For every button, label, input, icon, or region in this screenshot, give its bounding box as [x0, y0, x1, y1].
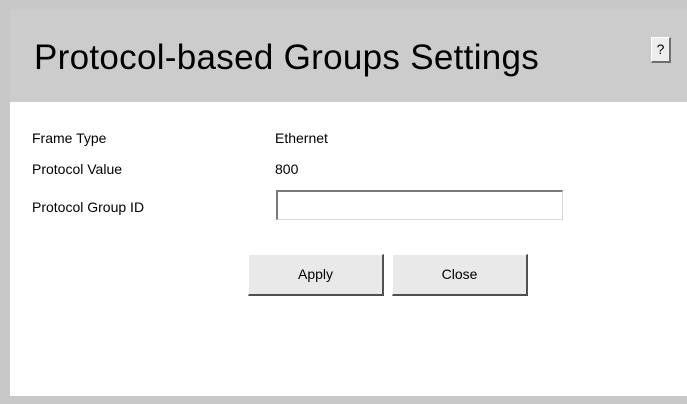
close-button[interactable]: Close [392, 254, 528, 296]
apply-button[interactable]: Apply [248, 254, 384, 296]
frame-type-value: Ethernet [275, 130, 328, 146]
protocol-value-label: Protocol Value [32, 161, 123, 177]
header-bar: Protocol-based Groups Settings ? [10, 10, 687, 102]
help-button[interactable]: ? [651, 37, 671, 63]
frame-type-label: Frame Type [32, 130, 107, 146]
protocol-group-id-label: Protocol Group ID [32, 199, 145, 215]
page-title: Protocol-based Groups Settings [34, 38, 540, 77]
protocol-value-value: 800 [275, 161, 299, 177]
dialog-panel: Protocol-based Groups Settings ? Frame T… [10, 10, 687, 396]
window-frame: Protocol-based Groups Settings ? Frame T… [0, 0, 687, 404]
protocol-group-id-input[interactable] [276, 190, 563, 220]
